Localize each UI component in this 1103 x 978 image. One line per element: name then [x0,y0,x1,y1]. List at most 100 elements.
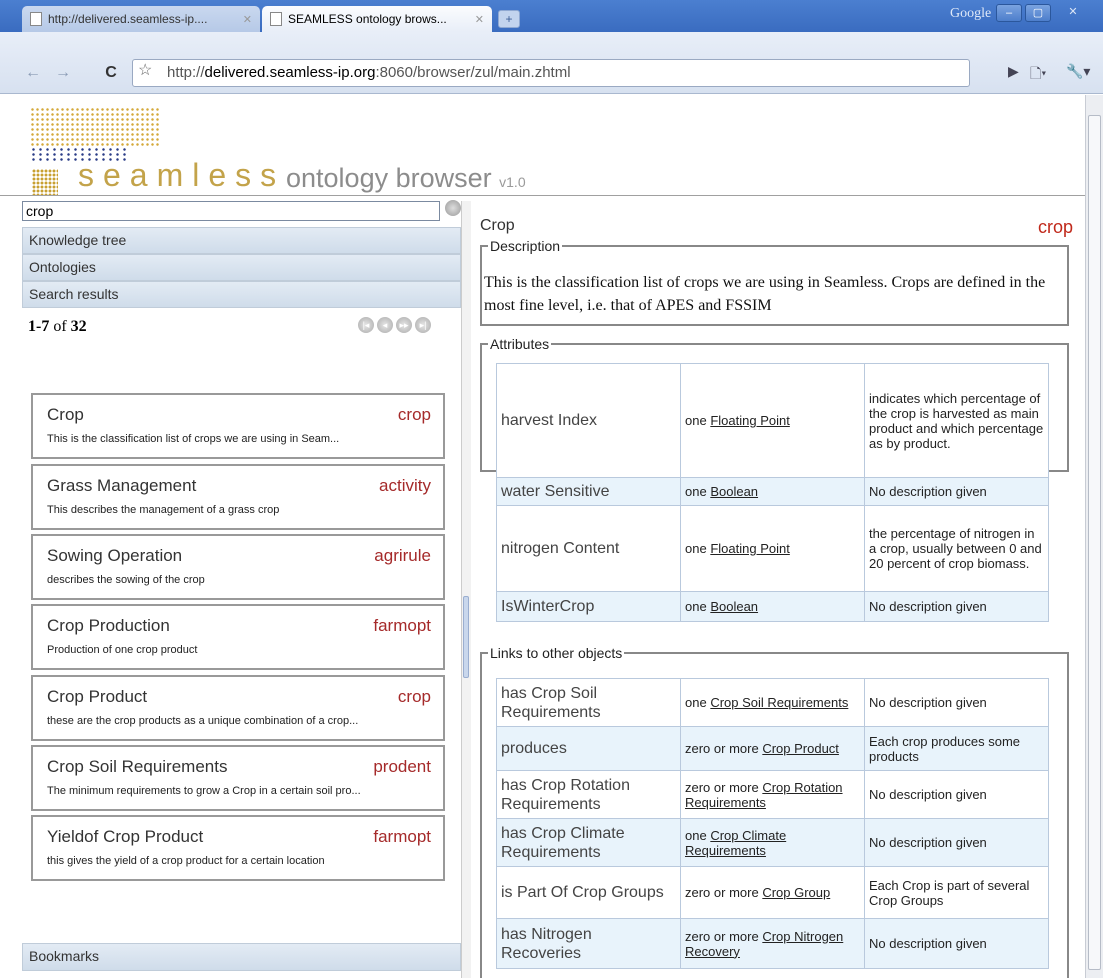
attribute-name: IsWinterCrop [496,591,681,622]
result-type: farmopt [373,827,431,846]
result-name: Crop Production [47,616,170,635]
link-row: has Crop Soil Requirements one Crop Soil … [496,678,1049,727]
panel-splitter[interactable] [461,201,471,978]
wrench-icon[interactable]: 🔧▾ [1066,63,1090,80]
forward-icon[interactable]: → [52,62,74,84]
attributes-table: harvest Index one Floating Point indicates… [496,363,1049,622]
link-description: Each Crop is part of several Crop Groups [864,866,1049,919]
section-knowledge-tree[interactable]: Knowledge tree [22,227,461,254]
result-type: agrirule [374,546,431,565]
address-bar[interactable]: http://delivered.seamless-ip.org:8060/br… [132,59,970,87]
new-tab-button[interactable]: + [498,10,520,28]
result-card[interactable]: Crop Soil Requirements prodent The minimum… [31,745,445,811]
link-cardinality: zero or more Crop Nitrogen Recovery [680,918,865,969]
maximize-button[interactable]: ▢ [1025,4,1051,22]
back-icon[interactable]: ← [22,62,44,84]
detail-type: crop [1037,217,1073,237]
result-card[interactable]: Grass Management activity This describes t… [31,464,445,530]
page-content: seamless ontology browser v1.0 Knowledge… [0,95,1085,978]
splitter-grip[interactable] [463,596,469,678]
attribute-description: No description given [864,477,1049,506]
attribute-type-link[interactable]: Floating Point [710,413,790,428]
link-description: No description given [864,770,1049,819]
result-name: Yieldof Crop Product [47,827,204,846]
attribute-row: IsWinterCrop one Boolean No description gi… [496,591,1049,622]
link-name: has Crop Rotation Requirements [496,770,681,819]
result-card[interactable]: Crop Product crop these are the crop produ… [31,675,445,741]
attribute-row: nitrogen Content one Floating Point the pe… [496,505,1049,592]
links-table: has Crop Soil Requirements one Crop Soil … [496,678,1049,969]
attribute-type-link[interactable]: Boolean [710,599,758,614]
attribute-description: No description given [864,591,1049,622]
attribute-row: harvest Index one Floating Point indicates… [496,363,1049,478]
attribute-name: water Sensitive [496,477,681,506]
section-search-results[interactable]: Search results [22,281,461,308]
link-name: has Crop Soil Requirements [496,678,681,727]
result-type: prodent [373,757,431,776]
result-count: 1-7 of 32 [28,318,87,335]
tab-label: SEAMLESS ontology brows... [288,12,447,26]
result-card[interactable]: Crop Production farmopt Production of one … [31,604,445,670]
play-icon[interactable]: ▶ [1008,63,1019,80]
link-cardinality: zero or more Crop Group [680,866,865,919]
result-name: Crop Soil Requirements [47,757,228,776]
description-text: This is the classification list of crops… [484,274,1046,314]
attribute-cardinality: one Boolean [680,591,865,622]
result-name: Crop [47,405,84,424]
result-description: this gives the yield of a crop product f… [47,855,325,867]
result-description: The minimum requirements to grow a Crop … [47,785,361,797]
scrollbar-thumb[interactable] [1088,115,1101,970]
reload-icon[interactable]: C [100,62,122,84]
result-name: Sowing Operation [47,546,183,565]
result-type: crop [397,405,431,424]
tab-seamless[interactable]: SEAMLESS ontology brows... ✕ [262,6,492,32]
next-page-icon[interactable]: ▸▸ [396,317,412,333]
search-input[interactable] [22,201,440,221]
link-cardinality: one Crop Soil Requirements [680,678,865,727]
link-description: Each crop produces some products [864,726,1049,771]
page-menu-icon[interactable]: 🗋▾ [1030,63,1046,87]
first-page-icon[interactable]: |◂ [358,317,374,333]
section-ontologies[interactable]: Ontologies [22,254,461,281]
close-icon[interactable]: ✕ [243,13,252,26]
close-window-button[interactable]: ✕ [1060,4,1086,22]
link-target[interactable]: Crop Product [762,741,839,756]
attribute-name: nitrogen Content [496,505,681,592]
section-bookmarks[interactable]: Bookmarks [22,943,461,971]
result-description: Production of one crop product [47,644,198,656]
attribute-name: harvest Index [496,363,681,478]
link-target[interactable]: Crop Group [762,885,830,900]
result-card[interactable]: Yieldof Crop Product farmopt this gives th… [31,815,445,881]
attributes-legend: Attributes [490,336,550,352]
url-path: :8060/browser/zul/main.zhtml [375,64,571,81]
attribute-row: water Sensitive one Boolean No description… [496,477,1049,506]
attribute-type-link[interactable]: Floating Point [710,541,790,556]
attribute-cardinality: one Boolean [680,477,865,506]
minimize-button[interactable]: – [996,4,1022,22]
link-target[interactable]: Crop Soil Requirements [710,695,848,710]
result-type: crop [397,687,431,706]
link-row: produces zero or more Crop Product Each cr… [496,726,1049,771]
search-icon[interactable] [445,200,461,216]
attribute-description: the percentage of nitrogen in a crop, us… [864,505,1049,592]
last-page-icon[interactable]: ▸| [415,317,431,333]
link-row: is Part Of Crop Groups zero or more Crop … [496,866,1049,919]
browser-brand: Google [950,6,992,21]
vertical-scrollbar[interactable] [1085,95,1103,978]
detail-title: Crop [480,217,515,234]
url-prefix: http:// [167,64,205,81]
link-cardinality: zero or more Crop Rotation Requirements [680,770,865,819]
attribute-description: indicates which percentage of the crop i… [864,363,1049,478]
header-divider [0,195,1085,196]
bookmark-star-icon[interactable]: ☆ [138,60,152,80]
close-icon[interactable]: ✕ [475,13,484,26]
prev-page-icon[interactable]: ◂ [377,317,393,333]
result-card[interactable]: Crop crop This is the classification list … [31,393,445,459]
attribute-cardinality: one Floating Point [680,363,865,478]
attribute-type-link[interactable]: Boolean [710,484,758,499]
result-card[interactable]: Sowing Operation agrirule describes the so… [31,534,445,600]
result-type: farmopt [373,616,431,635]
result-description: This describes the management of a grass… [47,504,280,516]
attribute-cardinality: one Floating Point [680,505,865,592]
tab-delivered[interactable]: http://delivered.seamless-ip.... ✕ [22,6,260,32]
